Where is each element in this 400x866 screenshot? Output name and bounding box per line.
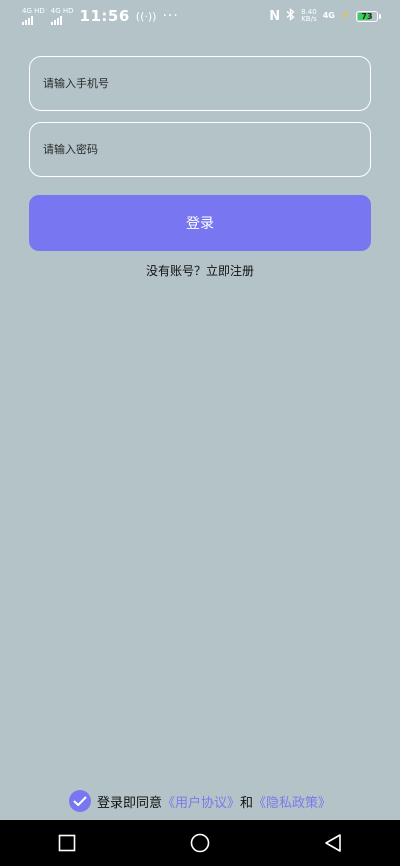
recent-apps-button[interactable]: [47, 823, 87, 863]
signal-group-2: 4G HD: [50, 7, 74, 25]
network-type-label: 4G HD: [50, 7, 74, 15]
wifi-calling-icon: ((·)): [135, 9, 157, 23]
signal-icon: [22, 15, 33, 25]
signal-group-1: 4G HD: [22, 7, 45, 25]
agreement-checkbox[interactable]: [68, 790, 91, 812]
network-4g-label: 4G: [322, 11, 335, 20]
battery-icon: 73: [356, 10, 381, 22]
network-speed: 8.40 KB/s: [301, 9, 317, 23]
network-type-label: 4G HD: [22, 7, 45, 15]
status-bar: 4G HD 4G HD 11:56 ((·)) ··· N 8.40 KB/s …: [0, 0, 400, 32]
clock: 11:56: [79, 7, 130, 25]
battery-level: 73: [361, 11, 373, 21]
login-button[interactable]: 登录: [29, 195, 371, 251]
back-button[interactable]: [313, 823, 353, 863]
bluetooth-icon: [286, 8, 295, 24]
more-notifications-icon: ···: [162, 8, 179, 24]
phone-input[interactable]: [41, 76, 359, 91]
password-field[interactable]: [29, 122, 371, 177]
checkmark-icon: [73, 796, 87, 806]
signal-icon: [50, 15, 62, 25]
navigation-bar: [0, 820, 400, 866]
phone-field[interactable]: [29, 56, 371, 111]
recent-apps-icon: [58, 834, 75, 852]
agreement-row: 登录即同意 《用户协议》 和 《隐私政策》: [0, 789, 400, 813]
nfc-icon: N: [269, 8, 281, 24]
user-agreement-link[interactable]: 《用户协议》: [162, 792, 240, 811]
charging-icon: ⚡: [340, 8, 350, 24]
back-icon: [325, 834, 342, 852]
agreement-prefix: 登录即同意: [96, 795, 162, 811]
home-button[interactable]: [180, 823, 220, 863]
privacy-policy-link[interactable]: 《隐私政策》: [253, 792, 331, 811]
speed-unit: KB/s: [301, 15, 317, 23]
password-input[interactable]: [41, 142, 359, 157]
status-bar-left: 4G HD 4G HD 11:56 ((·)) ···: [22, 7, 179, 25]
agreement-and: 和: [240, 795, 254, 811]
home-icon: [190, 833, 210, 853]
status-bar-right: N 8.40 KB/s 4G ⚡ 73: [269, 8, 381, 24]
register-link[interactable]: 没有账号？立即注册: [0, 262, 400, 279]
